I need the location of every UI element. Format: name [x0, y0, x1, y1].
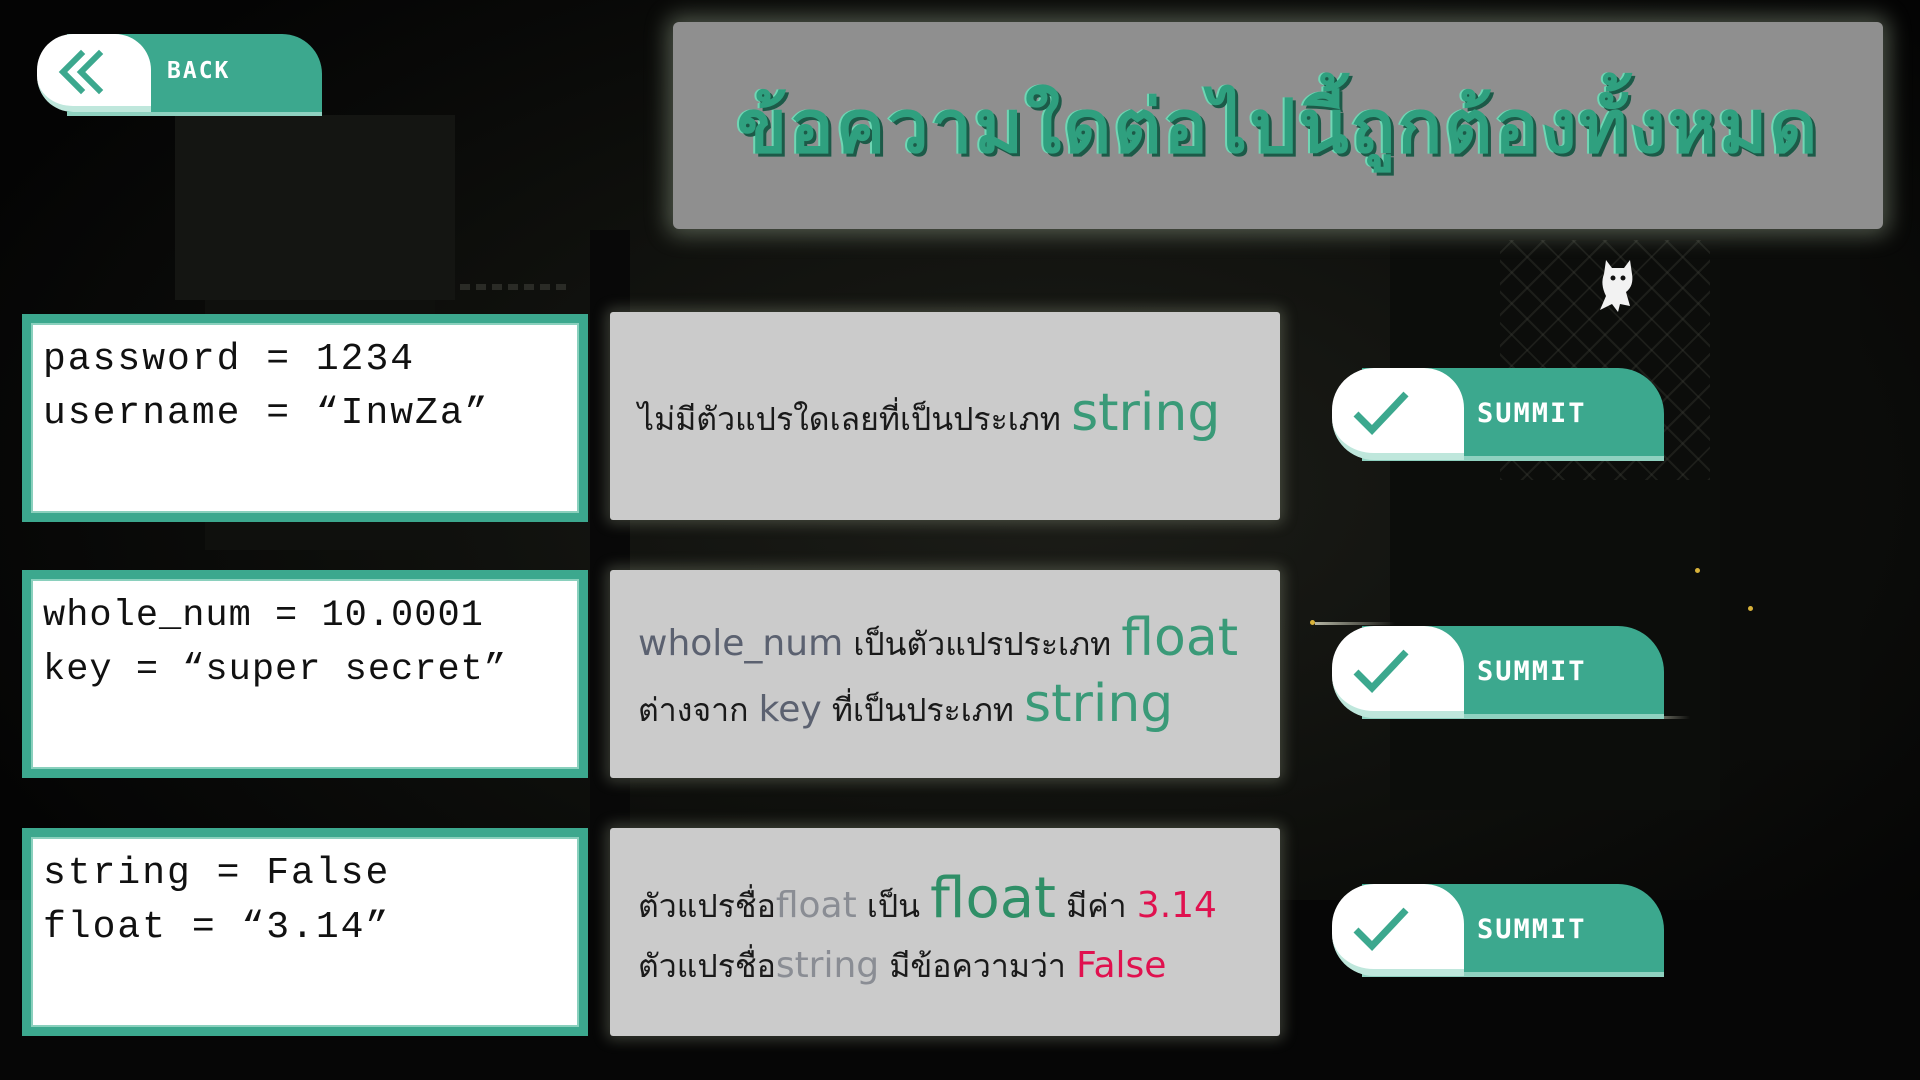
variable-name: string: [775, 944, 880, 986]
statement-line: whole_num เป็นตัวแปรประเภท float: [638, 608, 1252, 674]
submit-button-3[interactable]: SUMMIT: [1332, 884, 1664, 980]
variable-name: float: [775, 884, 857, 926]
type-word: string: [1024, 674, 1174, 734]
code-line: float = “3.14”: [43, 906, 391, 949]
code-box-2: whole_num = 10.0001 key = “super secret”: [22, 570, 588, 778]
light-streak: [1315, 622, 1395, 625]
type-word: float: [1121, 608, 1239, 668]
statement-text: ตัวแปรชื่อ: [638, 946, 776, 985]
statement-line: ตัวแปรชื่อfloat เป็น float มีค่า 3.14: [638, 865, 1252, 936]
statement-text: เป็น: [856, 886, 931, 925]
game-screen: BACK ข้อความใดต่อไปนี้ถูกต้องทั้งหมด pas…: [0, 0, 1920, 1080]
spark: [1695, 568, 1700, 573]
question-title: ข้อความใดต่อไปนี้ถูกต้องทั้งหมด: [736, 83, 1820, 170]
submit-button-label: SUMMIT: [1477, 914, 1587, 945]
statement-text: ตัวแปรชื่อ: [638, 886, 776, 925]
statement-line: ต่างจาก key ที่เป็นประเภท string: [638, 674, 1252, 740]
type-word: float: [930, 865, 1056, 931]
background-chain: [460, 284, 570, 290]
statement-text: เป็นตัวแปรประเภท: [843, 625, 1122, 663]
value-text: 3.14: [1136, 884, 1217, 926]
statement-text: ไม่มีตัวแปรใดเลยที่เป็นประเภท: [638, 400, 1072, 438]
submit-button-2[interactable]: SUMMIT: [1332, 626, 1664, 722]
checkmark-icon: [1353, 649, 1409, 694]
code-box-3: string = False float = “3.14”: [22, 828, 588, 1036]
statement-panel-2: whole_num เป็นตัวแปรประเภท float ต่างจาก…: [610, 570, 1280, 778]
statement-line: ตัวแปรชื่อstring มีข้อความว่า False: [638, 936, 1252, 996]
code-line: whole_num = 10.0001: [43, 595, 484, 637]
submit-button-label: SUMMIT: [1477, 656, 1587, 687]
value-text: False: [1076, 944, 1167, 986]
back-button-label: BACK: [167, 58, 231, 84]
submit-button-label: SUMMIT: [1477, 398, 1587, 429]
double-chevron-left-icon: [58, 49, 104, 95]
type-word: string: [1071, 383, 1221, 443]
code-line: password = 1234: [43, 338, 416, 381]
statement-panel-1: ไม่มีตัวแปรใดเลยที่เป็นประเภท string: [610, 312, 1280, 520]
code-box-1: password = 1234 username = “InwZa”: [22, 314, 588, 522]
checkmark-icon: [1353, 907, 1409, 952]
submit-button-1[interactable]: SUMMIT: [1332, 368, 1664, 464]
variable-name: whole_num: [638, 623, 844, 664]
statement-text: มีค่า: [1055, 886, 1137, 925]
statement-text: ที่เป็นประเภท: [821, 691, 1025, 729]
statement-line: ไม่มีตัวแปรใดเลยที่เป็นประเภท string: [638, 383, 1252, 449]
question-title-panel: ข้อความใดต่อไปนี้ถูกต้องทั้งหมด: [673, 22, 1883, 229]
background-structure: [1720, 240, 1860, 760]
statement-panel-3: ตัวแปรชื่อfloat เป็น float มีค่า 3.14 ตั…: [610, 828, 1280, 1036]
code-line: key = “super secret”: [43, 649, 508, 691]
checkmark-icon: [1353, 391, 1409, 436]
cat-character-icon: [1600, 260, 1633, 312]
spark: [1748, 606, 1753, 611]
code-line: string = False: [43, 852, 391, 895]
back-button[interactable]: BACK: [37, 34, 322, 114]
statement-text: มีข้อความว่า: [879, 946, 1077, 985]
variable-name: key: [758, 689, 822, 730]
code-line: username = “InwZa”: [43, 392, 490, 435]
background-building: [175, 115, 455, 300]
statement-text: ต่างจาก: [638, 691, 759, 729]
